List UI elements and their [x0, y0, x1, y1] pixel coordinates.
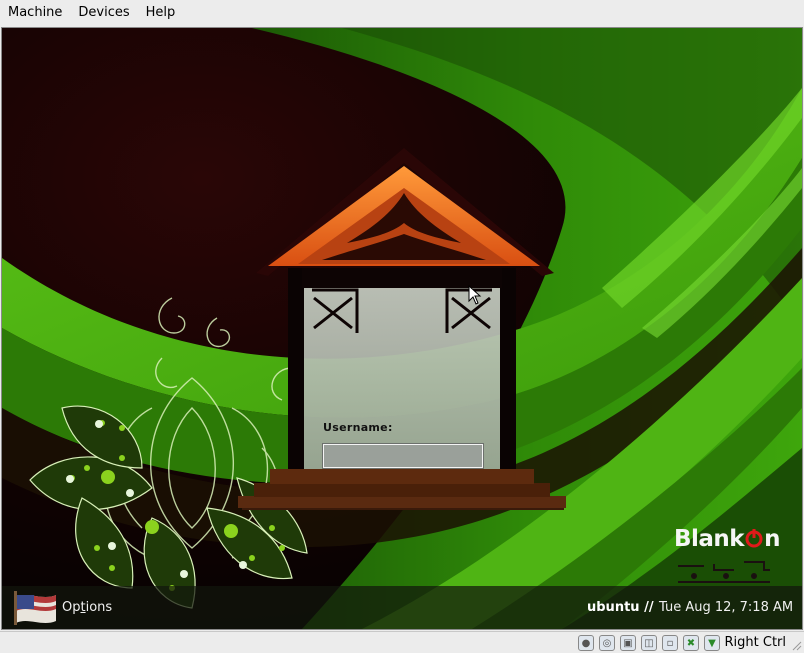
blankon-script-logo — [678, 561, 770, 583]
blankon-logo: Blank n — [674, 526, 780, 552]
usb-icon[interactable]: ✖ — [683, 635, 699, 651]
menu-help[interactable]: Help — [138, 0, 184, 26]
network-icon[interactable]: ◫ — [641, 635, 657, 651]
menu-devices[interactable]: Devices — [70, 0, 137, 26]
username-input[interactable] — [322, 443, 484, 469]
username-label: Username: — [323, 421, 393, 434]
vm-display[interactable]: Username: Blank n Options ubuntu // Tue A… — [1, 27, 803, 630]
floppy-icon[interactable]: ▣ — [620, 635, 636, 651]
optical-disk-icon[interactable]: ◎ — [599, 635, 615, 651]
hostname-label: ubuntu // — [587, 600, 654, 615]
power-o-icon — [745, 529, 763, 548]
mouse-pointer-icon — [468, 285, 482, 305]
shared-folder-icon[interactable]: ▫ — [662, 635, 678, 651]
mouse-integration-icon[interactable]: ▼ — [704, 635, 720, 651]
language-flag-icon[interactable] — [12, 587, 60, 627]
host-key-label: Right Ctrl — [724, 635, 787, 650]
datetime-label: Tue Aug 12, 7:18 AM — [659, 600, 794, 615]
hard-disk-icon[interactable]: ● — [578, 635, 594, 651]
vm-statusbar: ● ◎ ▣ ◫ ▫ ✖ ▼ Right Ctrl — [0, 631, 804, 653]
vm-menubar: Machine Devices Help — [0, 0, 804, 26]
options-button[interactable]: Options — [62, 600, 112, 615]
resize-grip-icon[interactable] — [792, 641, 802, 651]
menu-machine[interactable]: Machine — [0, 0, 70, 26]
